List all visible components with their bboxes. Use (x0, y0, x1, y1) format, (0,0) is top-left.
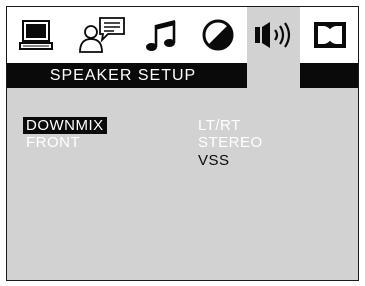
tab-general-setup[interactable] (13, 7, 59, 63)
option-vss[interactable]: VSS (198, 152, 230, 169)
title-bar: SPEAKER SETUP (7, 63, 358, 88)
tab-speaker-setup[interactable] (247, 7, 300, 63)
option-stereo[interactable]: STEREO (198, 134, 263, 151)
tab-dolby-setup[interactable] (305, 7, 355, 63)
picture-contrast-icon (201, 18, 235, 52)
user-language-icon (78, 16, 128, 54)
option-lt-rt[interactable]: LT/RT (198, 117, 241, 134)
tab-language-setup[interactable] (73, 7, 133, 63)
setup-menu-window: SPEAKER SETUP DOWNMIX FRONT LT/RT STEREO… (6, 6, 359, 281)
tab-video-setup[interactable] (193, 7, 243, 63)
music-note-icon (145, 17, 179, 53)
settings-panel: DOWNMIX FRONT LT/RT STEREO VSS (7, 88, 358, 280)
monitor-icon (19, 19, 53, 51)
category-tab-bar (7, 7, 358, 63)
dolby-icon (313, 21, 347, 49)
menu-item-downmix[interactable]: DOWNMIX (23, 117, 107, 134)
menu-item-front[interactable]: FRONT (23, 134, 83, 151)
selected-tab-indicator (247, 63, 300, 88)
page-title: SPEAKER SETUP (49, 66, 197, 84)
speaker-icon (253, 20, 295, 50)
tab-audio-setup[interactable] (137, 7, 187, 63)
